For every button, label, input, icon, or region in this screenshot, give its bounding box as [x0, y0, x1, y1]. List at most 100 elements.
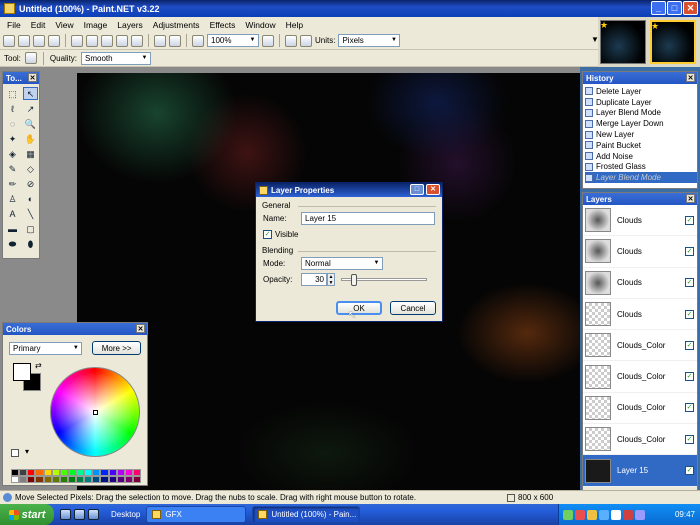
layer-visible-checkbox[interactable]: ✓ — [685, 403, 694, 413]
color-mode-select[interactable]: Primary ▼ — [9, 341, 83, 355]
palette-swatch[interactable] — [76, 476, 85, 483]
history-item[interactable]: Paint Bucket — [585, 140, 697, 151]
history-item[interactable]: Layer Blend Mode — [585, 108, 697, 119]
image-thumbnail-2[interactable]: ★ — [650, 20, 696, 64]
menu-edit[interactable]: Edit — [26, 20, 51, 30]
opacity-slider[interactable] — [341, 273, 427, 286]
palette-swatch[interactable] — [19, 469, 28, 476]
ellipse-tool-icon[interactable]: ⬬ — [5, 237, 20, 250]
palette-swatch[interactable] — [84, 469, 93, 476]
palette-swatch[interactable] — [92, 469, 101, 476]
palette-swatch[interactable] — [100, 476, 109, 483]
magic-wand-tool-icon[interactable]: ✦ — [5, 132, 20, 145]
rectangle-tool-icon[interactable]: ▬ — [5, 222, 20, 235]
layer-row[interactable]: Clouds_Color ✓ — [583, 393, 697, 425]
menu-image[interactable]: Image — [79, 20, 113, 30]
palette-swatch[interactable] — [132, 476, 141, 483]
paste-icon[interactable] — [101, 34, 113, 47]
pan-tool-icon[interactable]: ✋ — [23, 132, 38, 145]
pencil-tool-icon[interactable]: ✏ — [5, 177, 20, 190]
palette-menu-icon[interactable]: ▾ — [25, 447, 29, 456]
paint-bucket-tool-icon[interactable]: ◈ — [5, 147, 20, 160]
browser-icon[interactable] — [74, 509, 85, 520]
quality-select[interactable]: Smooth ▼ — [81, 51, 152, 65]
close-button[interactable]: ✕ — [426, 184, 440, 195]
palette-swatch[interactable] — [100, 469, 109, 476]
text-tool-icon[interactable]: A — [5, 207, 20, 220]
layer-row[interactable]: Clouds ✓ — [583, 268, 697, 299]
primary-color-swatch[interactable] — [13, 363, 31, 381]
cut-icon[interactable] — [71, 34, 83, 47]
history-item[interactable]: New Layer — [585, 129, 697, 140]
rectangle-select-tool-icon[interactable]: ⬚ — [5, 87, 20, 100]
line-tool-icon[interactable]: ╲ — [23, 207, 38, 220]
reset-colors-icon[interactable] — [11, 449, 19, 457]
layer-visible-checkbox[interactable]: ✓ — [685, 246, 694, 256]
tray-icon[interactable] — [563, 509, 573, 520]
layer-row[interactable]: Clouds ✓ — [583, 236, 697, 268]
taskbar-item-paintnet[interactable]: Untitled (100%) - Pain... — [252, 506, 361, 523]
eraser-tool-icon[interactable]: ◇ — [23, 162, 38, 175]
history-item[interactable]: Layer Blend Mode — [585, 172, 697, 184]
layer-row-selected[interactable]: Layer 15 ✓ — [583, 455, 697, 487]
layer-name-input[interactable]: Layer 15 — [301, 211, 435, 225]
crop-icon[interactable] — [116, 34, 128, 47]
move-tool-icon[interactable]: ↖ — [23, 87, 38, 100]
rounded-rectangle-tool-icon[interactable]: ▢ — [23, 222, 38, 235]
layer-row[interactable]: Clouds ✓ — [583, 299, 697, 331]
clone-stamp-tool-icon[interactable]: ♙ — [5, 192, 20, 205]
redo-icon[interactable] — [169, 34, 181, 47]
palette-swatch[interactable] — [19, 476, 28, 483]
layer-row[interactable]: Clouds_Color ✓ — [583, 330, 697, 362]
lasso-tool-icon[interactable]: ℓ — [5, 102, 20, 115]
palette-swatch[interactable] — [124, 476, 133, 483]
opacity-spinner[interactable]: ▲ ▼ — [327, 272, 335, 286]
ruler-icon[interactable] — [300, 34, 312, 47]
tray-icon[interactable] — [575, 509, 585, 520]
paintbrush-tool-icon[interactable]: ✎ — [5, 162, 20, 175]
maximize-button[interactable]: □ — [667, 1, 682, 15]
color-picker-tool-icon[interactable]: ⊘ — [23, 177, 38, 190]
palette-swatch[interactable] — [51, 476, 60, 483]
gradient-tool-icon[interactable]: ▦ — [23, 147, 38, 160]
history-item[interactable]: Delete Layer — [585, 86, 697, 97]
palette-swatch[interactable] — [124, 469, 133, 476]
zoom-in-icon[interactable] — [262, 34, 274, 47]
freeform-shape-tool-icon[interactable]: ⬮ — [23, 237, 38, 250]
ok-button[interactable]: OK — [336, 301, 382, 315]
menu-file[interactable]: File — [2, 20, 26, 30]
palette-swatch[interactable] — [51, 469, 60, 476]
recolor-tool-icon[interactable]: ◐ — [23, 192, 38, 205]
blend-mode-select[interactable]: Normal ▼ — [301, 256, 383, 270]
zoom-tool-icon[interactable]: 🔍 — [23, 117, 38, 130]
layer-visible-checkbox[interactable]: ✓ — [685, 340, 694, 350]
opacity-input[interactable]: 30 — [301, 272, 327, 286]
color-palette[interactable] — [11, 469, 141, 483]
layer-visible-checkbox[interactable]: ✓ — [685, 372, 694, 382]
layer-visible-checkbox[interactable]: ✓ — [685, 215, 694, 225]
history-item[interactable]: Duplicate Layer — [585, 97, 697, 108]
swap-colors-icon[interactable]: ⇄ — [35, 361, 42, 370]
palette-swatch[interactable] — [59, 476, 68, 483]
history-item[interactable]: Frosted Glass — [585, 162, 697, 173]
palette-swatch[interactable] — [84, 476, 93, 483]
palette-swatch[interactable] — [27, 476, 36, 483]
menu-layers[interactable]: Layers — [112, 20, 148, 30]
palette-swatch[interactable] — [108, 476, 117, 483]
opacity-slider-thumb[interactable] — [351, 273, 358, 286]
desktop-toolbar-label[interactable]: Desktop — [111, 510, 140, 519]
start-button[interactable]: start — [0, 504, 54, 525]
palette-swatch[interactable] — [116, 476, 125, 483]
color-wheel-cursor[interactable] — [93, 410, 98, 415]
save-icon[interactable] — [33, 34, 45, 47]
palette-swatch[interactable] — [116, 469, 125, 476]
close-icon[interactable]: ✕ — [28, 73, 37, 82]
copy-icon[interactable] — [86, 34, 98, 47]
palette-swatch[interactable] — [59, 469, 68, 476]
layer-row[interactable]: Clouds_Color ✓ — [583, 361, 697, 393]
palette-swatch[interactable] — [108, 469, 117, 476]
palette-swatch[interactable] — [35, 469, 44, 476]
grid-icon[interactable] — [285, 34, 297, 47]
palette-swatch[interactable] — [35, 476, 44, 483]
palette-swatch[interactable] — [43, 476, 52, 483]
